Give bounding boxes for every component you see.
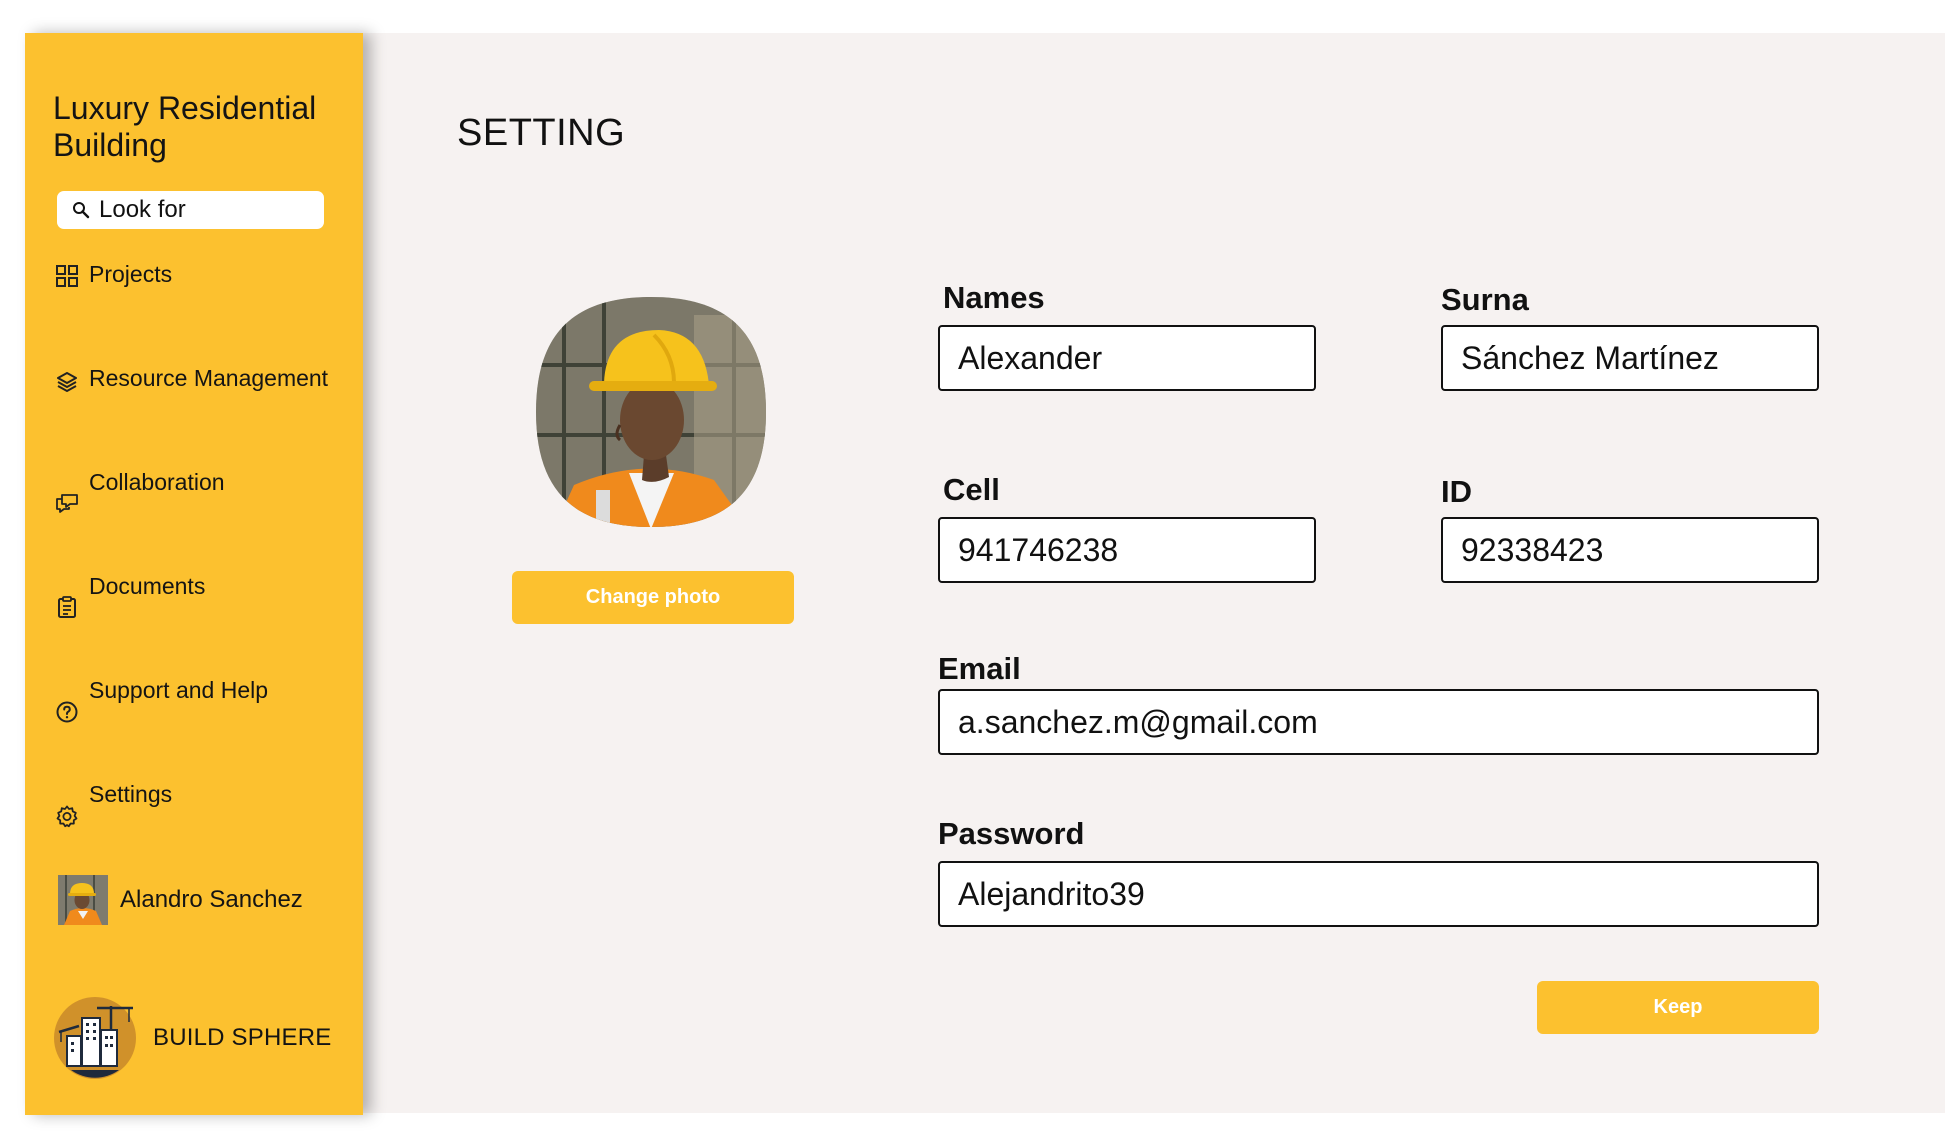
surname-field[interactable] — [1441, 325, 1819, 391]
sidebar-item-projects[interactable]: Projects — [55, 261, 355, 321]
password-input[interactable] — [940, 863, 1817, 925]
keep-button[interactable]: Keep — [1537, 981, 1819, 1034]
cell-input[interactable] — [940, 519, 1314, 581]
password-label: Password — [938, 816, 1085, 851]
sidebar-item-label: Support and Help — [89, 677, 269, 703]
change-photo-button[interactable]: Change photo — [512, 571, 794, 624]
surname-input[interactable] — [1443, 327, 1817, 389]
email-input[interactable] — [940, 691, 1817, 753]
brand: BUILD SPHERE — [53, 996, 353, 1080]
avatar — [58, 875, 108, 925]
password-field[interactable] — [938, 861, 1819, 927]
names-input[interactable] — [940, 327, 1314, 389]
sidebar: Luxury Residential Building Projects Res… — [25, 33, 363, 1115]
surname-label: Surna — [1441, 282, 1529, 317]
search-input[interactable] — [99, 196, 319, 224]
user-profile[interactable]: Alandro Sanchez — [58, 875, 348, 925]
email-label: Email — [938, 651, 1021, 686]
id-input[interactable] — [1443, 519, 1817, 581]
sidebar-item-collaboration[interactable]: Collaboration — [55, 469, 355, 529]
sidebar-item-settings[interactable]: Settings — [55, 781, 355, 841]
search-box[interactable] — [57, 191, 324, 229]
email-field[interactable] — [938, 689, 1819, 755]
sidebar-item-resource-management[interactable]: Resource Management — [55, 365, 355, 425]
profile-photo — [536, 297, 766, 527]
help-circle-icon — [56, 701, 78, 723]
sidebar-item-label: Projects — [89, 261, 173, 287]
sidebar-item-support[interactable]: Support and Help — [55, 677, 355, 737]
sidebar-item-label: Settings — [89, 781, 173, 807]
id-label: ID — [1441, 474, 1472, 509]
sidebar-item-documents[interactable]: Documents — [55, 573, 355, 633]
sidebar-item-label: Resource Management — [89, 365, 329, 391]
search-icon — [73, 202, 90, 219]
gear-icon — [56, 805, 78, 828]
names-label: Names — [943, 280, 1045, 315]
build-sphere-logo — [54, 997, 136, 1079]
cell-field[interactable] — [938, 517, 1316, 583]
grid-icon — [56, 265, 78, 287]
id-field[interactable] — [1441, 517, 1819, 583]
chat-icon — [56, 494, 78, 513]
user-name: Alandro Sanchez — [120, 886, 303, 913]
sidebar-item-label: Collaboration — [89, 469, 225, 495]
sidebar-item-label: Documents — [89, 573, 206, 599]
layers-icon — [57, 372, 77, 392]
project-title: Luxury Residential Building — [53, 90, 317, 163]
page-title: SETTING — [457, 112, 626, 154]
cell-label: Cell — [943, 472, 1000, 507]
clipboard-icon — [58, 596, 76, 618]
brand-name: BUILD SPHERE — [153, 1024, 332, 1051]
names-field[interactable] — [938, 325, 1316, 391]
